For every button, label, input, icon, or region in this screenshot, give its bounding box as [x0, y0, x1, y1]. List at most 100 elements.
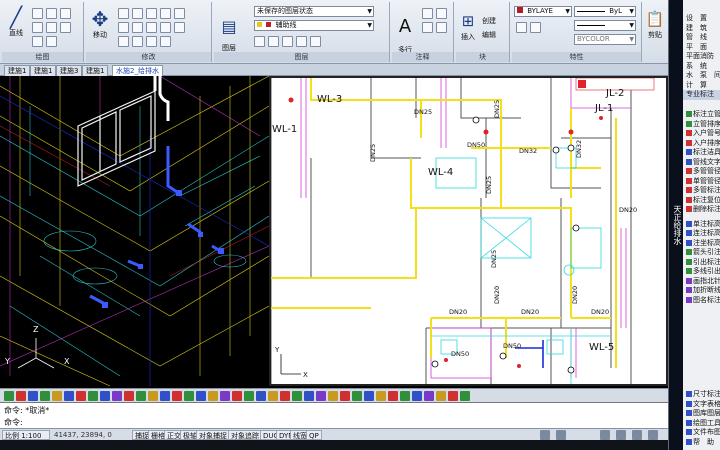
- menu-item-fixture-label[interactable]: 标注洁具: [683, 148, 720, 158]
- tool-icon-7[interactable]: [76, 391, 86, 401]
- clipboard-button[interactable]: 📋 剪贴: [644, 8, 666, 40]
- layout-icon[interactable]: [556, 430, 566, 440]
- menu-item-break-line[interactable]: 加折断线: [683, 286, 720, 296]
- menu-item-north-arrow[interactable]: 画指北针: [683, 277, 720, 287]
- linetype-select[interactable]: ▼: [574, 20, 636, 31]
- tool-icon-30[interactable]: [352, 391, 362, 401]
- mirror-icon[interactable]: [132, 22, 143, 33]
- tool-icon-17[interactable]: [196, 391, 206, 401]
- menu-item-multi-elev[interactable]: 连注标高: [683, 229, 720, 239]
- menu-item-label-riser[interactable]: 标注立管: [683, 110, 720, 120]
- tool-icon-3[interactable]: [28, 391, 38, 401]
- tool-icon-31[interactable]: [364, 391, 374, 401]
- angular-dim-icon[interactable]: [436, 22, 447, 33]
- tool-icon-15[interactable]: [172, 391, 182, 401]
- tool-icon-28[interactable]: [328, 391, 338, 401]
- menu-item-inlet-sort[interactable]: 入户排序: [683, 139, 720, 149]
- arc-icon[interactable]: [60, 8, 71, 19]
- tab-drawing-active[interactable]: 水施2_给排水: [112, 65, 163, 76]
- copy-icon[interactable]: [118, 22, 129, 33]
- tool-icon-23[interactable]: [268, 391, 278, 401]
- leader-icon[interactable]: [436, 8, 447, 19]
- stretch-icon[interactable]: [118, 36, 129, 47]
- table-icon[interactable]: [422, 22, 433, 33]
- tool-icon-29[interactable]: [340, 391, 350, 401]
- menu-item-pipes[interactable]: 管 线: [683, 33, 720, 43]
- current-layer-select[interactable]: 辅助线 ▼: [254, 20, 374, 31]
- menu-item-arrow-leader[interactable]: 箭头引注: [683, 248, 720, 258]
- tool-icon-24[interactable]: [280, 391, 290, 401]
- break-icon[interactable]: [146, 36, 157, 47]
- fillet-icon[interactable]: [160, 8, 171, 19]
- menu-item-calc[interactable]: 计 算: [683, 81, 720, 91]
- scale-icon[interactable]: [146, 22, 157, 33]
- spline-icon[interactable]: [60, 22, 71, 33]
- match-properties-icon[interactable]: [516, 22, 527, 33]
- tool-icon-2[interactable]: [16, 391, 26, 401]
- menu-item-text-table[interactable]: 文字表格: [683, 400, 720, 410]
- tool-icon-22[interactable]: [256, 391, 266, 401]
- color-select[interactable]: BYLAYE ▼: [514, 6, 572, 17]
- viewport-3d[interactable]: Y X Z: [0, 76, 269, 386]
- tool-icon-10[interactable]: [112, 391, 122, 401]
- region-icon[interactable]: [46, 36, 57, 47]
- menu-item-plan[interactable]: 平 面: [683, 43, 720, 53]
- tab-drawing-4[interactable]: 建施1: [82, 65, 109, 76]
- tool-icon-12[interactable]: [136, 391, 146, 401]
- annotation-scale[interactable]: 比例 1:100: [2, 430, 50, 440]
- menu-item-single-dia[interactable]: 单管管径: [683, 177, 720, 187]
- menu-item-title-label[interactable]: 图名标注: [683, 296, 720, 306]
- tool-icon-18[interactable]: [208, 391, 218, 401]
- layer-freeze-icon[interactable]: [268, 36, 279, 47]
- insert-block-button[interactable]: ⊞ 插入: [458, 10, 478, 42]
- rectangle-icon[interactable]: [32, 22, 43, 33]
- lineweight-select[interactable]: ByL ▼: [574, 6, 636, 17]
- pan-icon[interactable]: [616, 430, 626, 440]
- tab-drawing-2[interactable]: 建施1: [30, 65, 57, 76]
- menu-item-multi-label[interactable]: 多管标注: [683, 186, 720, 196]
- toggle-otrack[interactable]: 对象追踪: [228, 430, 262, 440]
- polyline-icon[interactable]: [32, 8, 43, 19]
- tool-icon-32[interactable]: [376, 391, 386, 401]
- erase-icon[interactable]: [174, 8, 185, 19]
- command-prompt[interactable]: 命令:: [4, 417, 23, 428]
- plotstyle-select[interactable]: BYCOLOR ▼: [574, 34, 636, 45]
- explode-icon[interactable]: [174, 22, 185, 33]
- array-icon[interactable]: [160, 22, 171, 33]
- menu-item-single-elev[interactable]: 单注标高: [683, 220, 720, 230]
- extend-icon[interactable]: [146, 8, 157, 19]
- trim-icon[interactable]: [132, 8, 143, 19]
- hatch-icon[interactable]: [46, 22, 57, 33]
- layer-isolate-icon[interactable]: [254, 36, 265, 47]
- menu-item-sort-riser[interactable]: 立管排序: [683, 120, 720, 130]
- layer-state-select[interactable]: 未保存的图层状态 ▼: [254, 6, 374, 17]
- menu-item-system[interactable]: 系 统: [683, 62, 720, 72]
- rotate-icon[interactable]: [118, 8, 129, 19]
- tool-icon-1[interactable]: [4, 391, 14, 401]
- tool-icon-38[interactable]: [448, 391, 458, 401]
- tool-icon-5[interactable]: [52, 391, 62, 401]
- layer-off-icon[interactable]: [282, 36, 293, 47]
- tool-icon-9[interactable]: [100, 391, 110, 401]
- tool-icon-16[interactable]: [184, 391, 194, 401]
- tool-icon-36[interactable]: [424, 391, 434, 401]
- circle-icon[interactable]: [46, 8, 57, 19]
- viewport-plan[interactable]: WL-3 WL-1 WL-4 WL-5 JL-1 JL-2 DN25 DN25 …: [269, 76, 668, 386]
- tab-drawing-3[interactable]: 建施3: [56, 65, 83, 76]
- tool-icon-25[interactable]: [292, 391, 302, 401]
- tool-icon-8[interactable]: [88, 391, 98, 401]
- menu-item-fire[interactable]: 平面消防: [683, 52, 720, 62]
- tool-icon-20[interactable]: [232, 391, 242, 401]
- menu-item-pipe-text[interactable]: 管线文字: [683, 158, 720, 168]
- command-window[interactable]: 命令: *取消* 命令:: [0, 402, 668, 428]
- ellipse-icon[interactable]: [32, 36, 43, 47]
- menu-item-dimension[interactable]: 尺寸标注: [683, 390, 720, 400]
- tool-icon-4[interactable]: [40, 391, 50, 401]
- create-block-button[interactable]: 创建: [482, 16, 496, 26]
- tool-icon-13[interactable]: [148, 391, 158, 401]
- menu-item-inlet-no[interactable]: 入户管号: [683, 129, 720, 139]
- settings-icon[interactable]: [632, 430, 642, 440]
- tool-icon-21[interactable]: [244, 391, 254, 401]
- layer-match-icon[interactable]: [310, 36, 321, 47]
- menu-item-multi-leader[interactable]: 多线引出: [683, 267, 720, 277]
